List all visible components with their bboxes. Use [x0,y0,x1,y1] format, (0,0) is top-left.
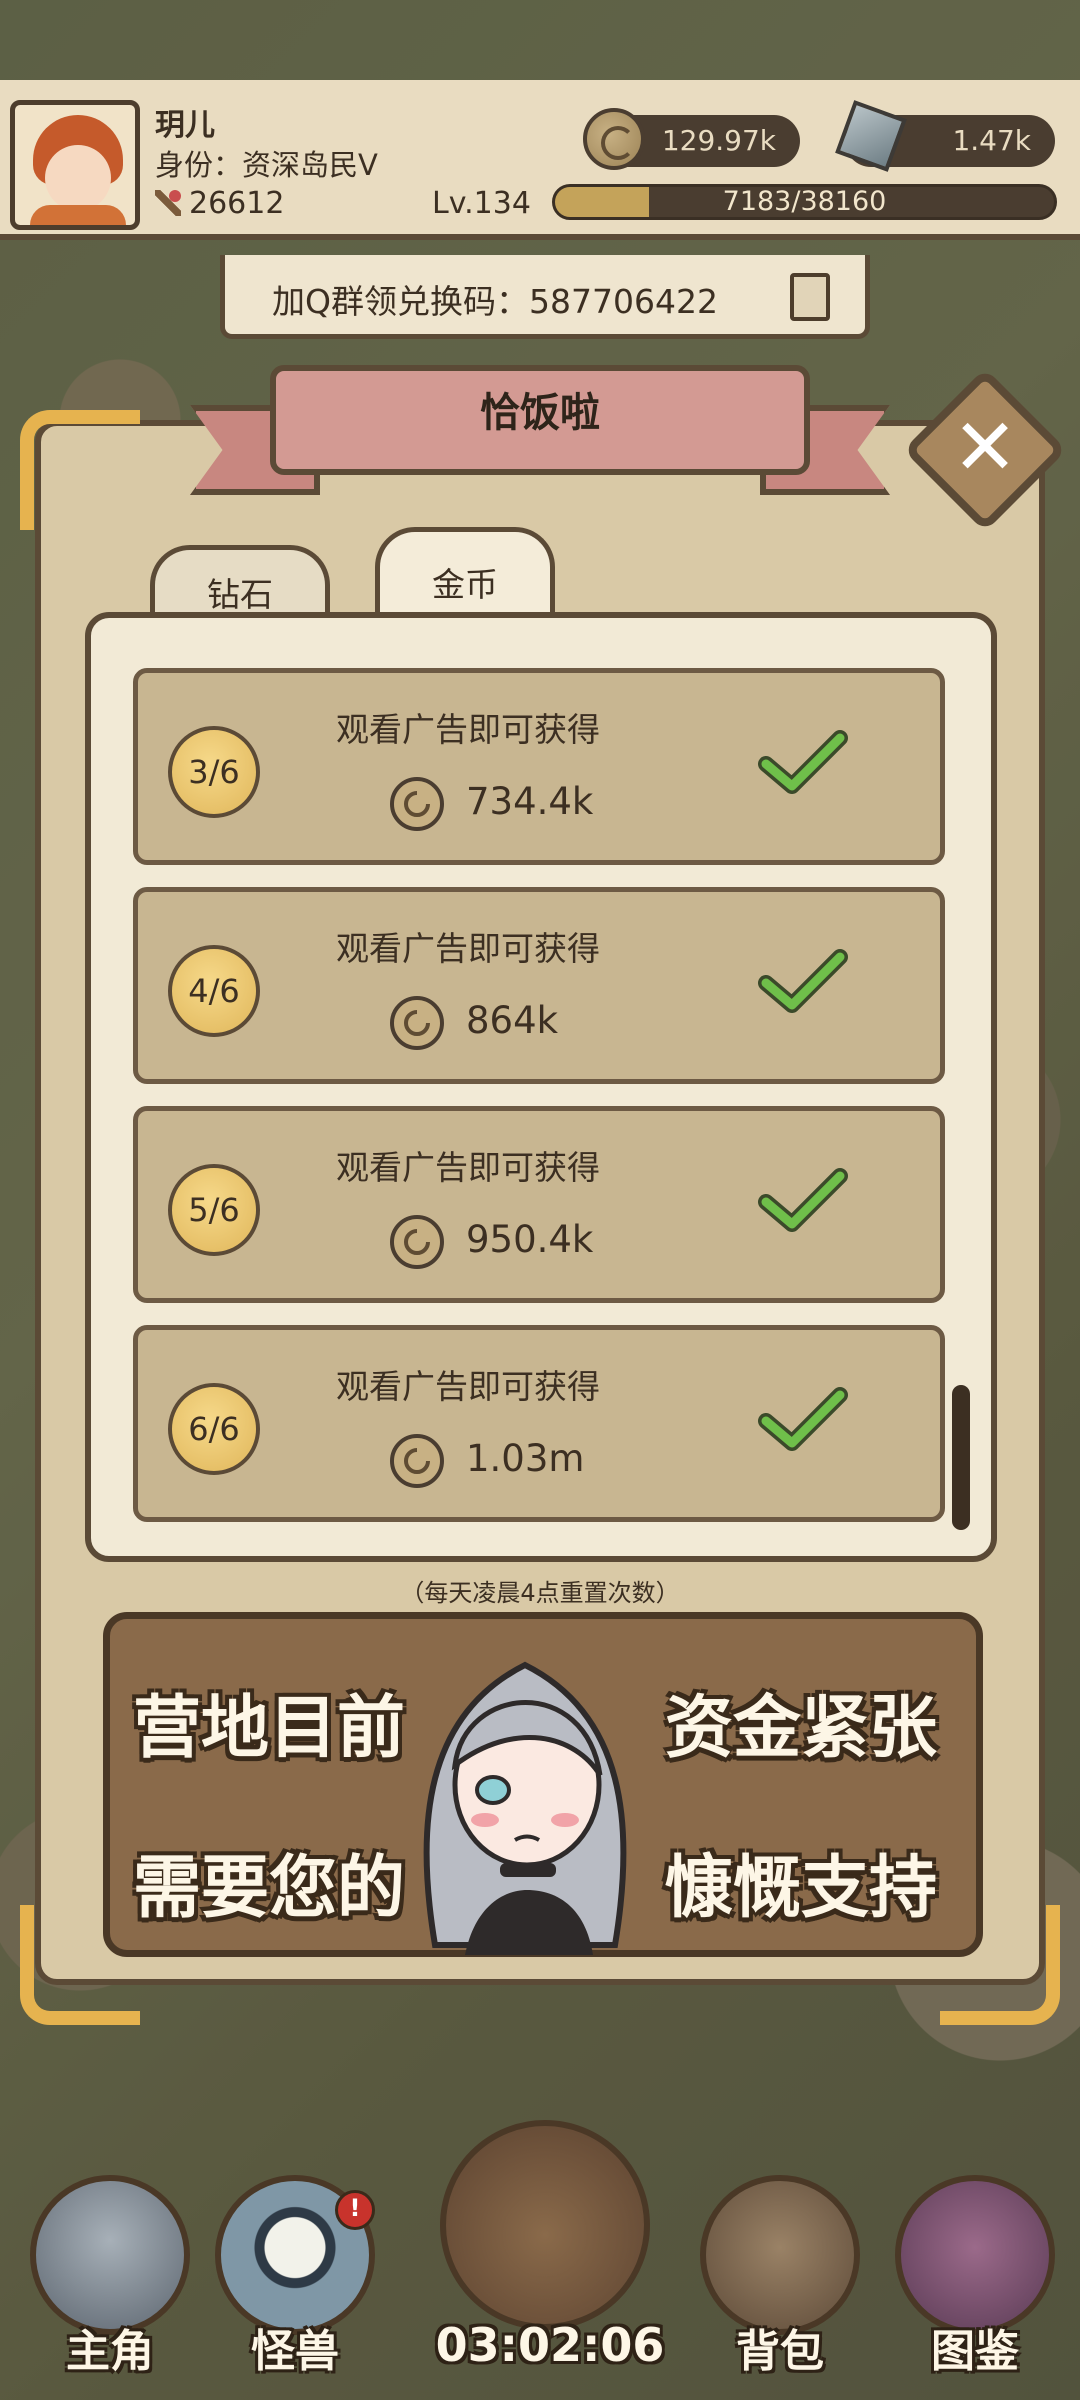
progress-badge: 4/6 [168,945,260,1037]
xp-bar: 7183/38160 [552,184,1057,220]
ad-reward-label: 观看广告即可获得 [336,1367,600,1406]
helmet-icon [30,2175,190,2335]
player-avatar[interactable] [10,100,140,230]
player-name: 玥儿 [155,108,215,143]
redeem-code-text: 加Q群领兑换码：587706422 [272,282,718,321]
event-timer: 03:02:06 [435,2318,665,2372]
reward-value: 864k [466,999,559,1042]
reward-amount: 734.4k [388,773,593,833]
nav-monster-label: 怪兽 [251,2326,339,2377]
nav-hero[interactable]: 主角 [20,2165,200,2377]
coin-icon [390,1214,444,1269]
ad-reward-label: 观看广告即可获得 [336,1148,600,1187]
coin-icon [390,1433,444,1488]
reward-amount: 864k [388,992,558,1052]
reward-amount: 950.4k [388,1211,593,1271]
check-icon [758,949,848,1013]
ad-reward-row[interactable]: 5/6 观看广告即可获得 950.4k [133,1106,945,1303]
nav-backpack-label: 背包 [736,2326,824,2377]
reward-value: 734.4k [466,780,594,823]
list-scrollbar[interactable] [952,1385,970,1530]
banner-line2-left: 需要您的 [133,1849,406,1928]
reward-value: 950.4k [466,1218,594,1261]
backpack-icon [700,2175,860,2335]
nav-codex[interactable]: 图鉴 [885,2165,1065,2377]
progress-badge: 3/6 [168,726,260,818]
nav-ship[interactable] [430,2110,650,2330]
ad-reward-label: 观看广告即可获得 [336,710,600,749]
xp-text: 7183/38160 [722,186,887,217]
monster-alert-badge: ! [335,2190,375,2230]
copy-icon[interactable] [780,269,830,321]
player-level: Lv.134 [432,186,531,221]
redeem-code-bar: 加Q群领兑换码：587706422 [220,255,870,339]
coin-icon [390,776,444,831]
nav-hero-label: 主角 [66,2326,154,2377]
banner-line1-right: 资金紧张 [665,1689,938,1768]
reward-value: 1.03m [466,1437,585,1480]
close-icon: ✕ [952,403,1018,493]
player-power-value: 26612 [189,186,285,221]
book-icon [895,2175,1055,2335]
player-power: 26612 [155,186,284,221]
close-button[interactable]: ✕ [902,367,1068,533]
reset-note: （每天凌晨4点重置次数） [400,1579,680,1607]
ad-reward-row[interactable]: 4/6 观看广告即可获得 864k [133,887,945,1084]
ad-reward-row[interactable]: 3/6 观看广告即可获得 734.4k [133,668,945,865]
check-icon [758,730,848,794]
dialog-title: 恰饭啦 [480,390,600,436]
coin-icon [390,995,444,1050]
progress-badge: 6/6 [168,1383,260,1475]
ship-icon [440,2120,650,2330]
gem-icon [835,100,909,174]
nav-backpack[interactable]: 背包 [690,2165,870,2377]
reward-amount: 1.03m [388,1430,584,1490]
progress-badge: 5/6 [168,1164,260,1256]
nav-codex-label: 图鉴 [931,2326,1019,2377]
npc-girl-portrait [423,1661,627,1955]
check-icon [758,1387,848,1451]
ad-reward-row[interactable]: 6/6 观看广告即可获得 1.03m [133,1325,945,1522]
top-hud: 玥儿 身份：资深岛民Ⅴ 26612 Lv.134 7183/38160 129.… [0,80,1080,240]
player-status: 身份：资深岛民Ⅴ [155,148,378,182]
check-icon [758,1168,848,1232]
wand-icon [155,190,181,216]
ad-reward-label: 观看广告即可获得 [336,929,600,968]
banner-line2-right: 慷慨支持 [665,1849,938,1928]
banner-line1-left: 营地目前 [133,1689,406,1768]
corner-ornament [20,410,140,530]
coin-icon [583,108,649,174]
